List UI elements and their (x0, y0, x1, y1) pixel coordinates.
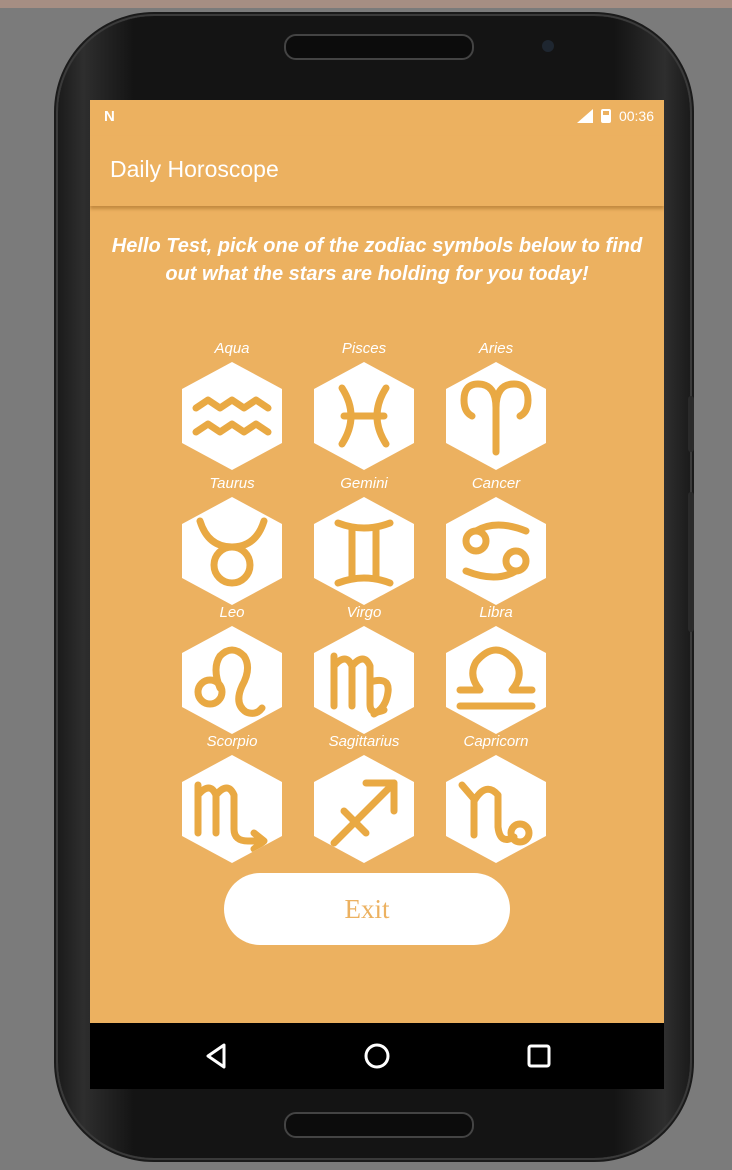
zodiac-cell: Pisces (314, 340, 414, 470)
zodiac-cell: Cancer (446, 475, 546, 605)
android-nav-bar (90, 1023, 664, 1089)
leo-button[interactable] (182, 626, 282, 734)
zodiac-cell: Aries (446, 340, 546, 470)
zodiac-label: Cancer (471, 475, 521, 492)
top-speaker (284, 34, 474, 60)
taurus-icon (196, 517, 268, 587)
virgo-icon (330, 652, 392, 718)
scorpio-button[interactable] (182, 755, 282, 863)
recents-icon[interactable] (524, 1041, 554, 1071)
zodiac-label: Libra (479, 604, 513, 621)
zodiac-label: Sagittarius (328, 733, 400, 750)
window-top-strip (0, 0, 732, 8)
zodiac-cell: Gemini (314, 475, 414, 605)
scorpio-icon (194, 781, 268, 853)
volume-button (688, 492, 694, 632)
pisces-icon (338, 384, 390, 448)
power-button (688, 396, 694, 452)
cancer-button[interactable] (446, 497, 546, 605)
aquarius-icon (192, 396, 272, 436)
front-camera (542, 40, 554, 52)
pisces-button[interactable] (314, 362, 414, 470)
capricorn-button[interactable] (446, 755, 546, 863)
zodiac-label: Aries (478, 340, 514, 357)
cancer-icon (462, 521, 530, 581)
aries-button[interactable] (446, 362, 546, 470)
back-icon[interactable] (202, 1041, 232, 1071)
leo-icon (194, 646, 266, 717)
sagittarius-button[interactable] (314, 755, 414, 863)
zodiac-label: Pisces (341, 340, 387, 357)
zodiac-label: Leo (219, 604, 245, 621)
zodiac-cell: Aqua (182, 340, 282, 470)
zodiac-label: Capricorn (463, 733, 529, 750)
capricorn-icon (458, 781, 533, 846)
gemini-button[interactable] (314, 497, 414, 605)
sagittarius-icon (330, 779, 398, 847)
gemini-icon (334, 519, 394, 587)
zodiac-cell: Taurus (182, 475, 282, 605)
taurus-button[interactable] (182, 497, 282, 605)
zodiac-cell: Virgo (314, 604, 414, 734)
zodiac-cell: Leo (182, 604, 282, 734)
zodiac-cell: Scorpio (182, 733, 282, 863)
zodiac-cell: Libra (446, 604, 546, 734)
zodiac-cell: Capricorn (446, 733, 546, 863)
zodiac-label: Taurus (209, 475, 255, 492)
zodiac-label: Scorpio (206, 733, 258, 750)
zodiac-cell: Sagittarius (314, 733, 414, 863)
zodiac-label: Virgo (346, 604, 382, 621)
zodiac-label: Aqua (214, 340, 250, 357)
libra-icon (456, 646, 536, 710)
virgo-button[interactable] (314, 626, 414, 734)
aquarius-button[interactable] (182, 362, 282, 470)
exit-button[interactable]: Exit (224, 873, 510, 945)
libra-button[interactable] (446, 626, 546, 734)
app-screen: N 00:36 Daily Horoscope Hello Test, pick… (90, 100, 664, 1023)
bottom-speaker (284, 1112, 474, 1138)
aries-icon (460, 380, 532, 456)
zodiac-label: Gemini (340, 475, 388, 492)
home-icon[interactable] (362, 1041, 392, 1071)
